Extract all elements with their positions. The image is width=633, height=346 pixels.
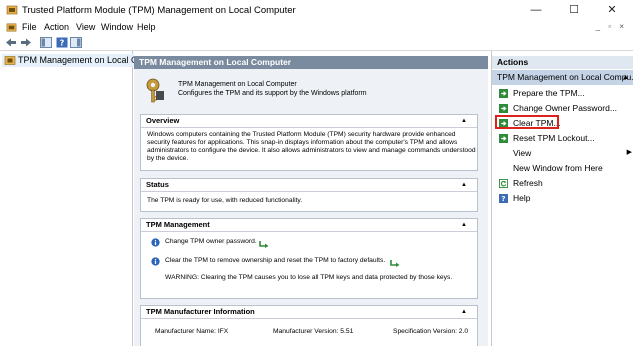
console-tree: TPM Management on Local Comp — [0, 51, 158, 346]
clear-tpm-text: Clear the TPM to remove ownership and re… — [165, 257, 386, 264]
window-title: Trusted Platform Module (TPM) Management… — [22, 5, 296, 16]
show-hide-action-pane-icon[interactable] — [70, 37, 82, 48]
actions-section-tpm-management[interactable]: TPM Management on Local Compu... ▲ — [492, 70, 633, 85]
center-pane-body: TPM Management on Local Computer Configu… — [134, 69, 488, 346]
submenu-arrow-icon[interactable]: ▶ — [627, 148, 632, 156]
status-text: The TPM is ready for use, with reduced f… — [147, 197, 303, 204]
toolbar: ? — [0, 35, 633, 51]
menu-view[interactable]: View — [76, 22, 95, 32]
action-change-owner-password[interactable]: Change Owner Password... — [513, 102, 617, 114]
overview-title: Overview — [146, 116, 180, 125]
action-help[interactable]: Help — [513, 192, 530, 204]
close-button[interactable]: ✕ — [598, 2, 626, 18]
back-arrow-icon[interactable] — [5, 37, 17, 48]
manufacturer-name: Manufacturer Name: IFX — [155, 328, 229, 335]
action-reset-tpm-lockout[interactable]: Reset TPM Lockout... — [513, 132, 595, 144]
tpm-management-title: TPM Management — [146, 220, 210, 229]
action-new-window-from-here[interactable]: New Window from Here — [513, 162, 603, 174]
change-password-text: Change TPM owner password. — [165, 238, 257, 245]
tpm-management-panel: TPM Management ▲ Change TPM owner passwo… — [140, 218, 478, 299]
center-pane-header: TPM Management on Local Computer — [134, 56, 488, 69]
overview-panel-header[interactable]: Overview ▲ — [141, 115, 477, 128]
help-icon[interactable]: ? — [56, 37, 68, 48]
tpm-chip-icon — [4, 56, 16, 65]
menu-bar: File Action View Window Help _ ▫ × — [0, 20, 633, 35]
overview-panel: Overview ▲ Windows computers containing … — [140, 114, 478, 171]
actions-pane: Actions TPM Management on Local Compu...… — [491, 51, 633, 346]
status-title: Status — [146, 180, 169, 189]
forward-arrow-icon[interactable] — [20, 37, 32, 48]
help-icon: ? — [499, 194, 508, 203]
actions-section-label: TPM Management on Local Compu... — [497, 72, 633, 82]
status-panel: Status ▲ The TPM is ready for use, with … — [140, 178, 478, 212]
overview-line: administrators to configure the device. … — [147, 147, 476, 154]
overview-line: Windows computers containing the Trusted… — [147, 131, 456, 138]
tpm-key-chip-icon — [146, 78, 164, 103]
collapse-caret-icon[interactable]: ▲ — [461, 115, 467, 127]
collapse-caret-icon[interactable]: ▲ — [461, 306, 467, 318]
tpm-app-icon — [6, 5, 18, 15]
tpm-app-icon — [6, 23, 17, 32]
overview-line: by the device. — [147, 155, 189, 162]
manufacturer-title: TPM Manufacturer Information — [146, 307, 255, 316]
manufacturer-version: Manufacturer Version: 5.51 — [273, 328, 354, 335]
green-action-icon — [499, 134, 508, 143]
intro-subtitle: Configures the TPM and its support by th… — [178, 90, 367, 97]
manufacturer-panel: TPM Manufacturer Information ▲ Manufactu… — [140, 305, 478, 346]
maximize-button[interactable]: ☐ — [560, 2, 588, 18]
minimize-button[interactable]: — — [522, 2, 550, 18]
intro-title: TPM Management on Local Computer — [178, 81, 297, 88]
info-icon — [151, 238, 160, 247]
menu-help[interactable]: Help — [137, 22, 156, 32]
overview-line: security features for applications. This… — [147, 139, 458, 146]
manufacturer-panel-header[interactable]: TPM Manufacturer Information ▲ — [141, 306, 477, 319]
mdi-window-controls[interactable]: _ ▫ × — [596, 22, 627, 31]
refresh-icon — [499, 179, 508, 188]
green-action-icon — [499, 104, 508, 113]
svg-text:?: ? — [60, 39, 65, 48]
collapse-caret-icon[interactable]: ▲ — [622, 70, 629, 85]
svg-text:?: ? — [501, 194, 505, 203]
action-refresh[interactable]: Refresh — [513, 177, 543, 189]
center-pane: TPM Management on Local Computer TPM Man… — [134, 51, 488, 346]
show-hide-console-tree-icon[interactable] — [40, 37, 52, 48]
collapse-caret-icon[interactable]: ▲ — [461, 179, 467, 191]
collapse-caret-icon[interactable]: ▲ — [461, 219, 467, 231]
green-action-arrow-icon[interactable] — [259, 240, 269, 248]
green-action-arrow-icon[interactable] — [390, 259, 400, 267]
title-bar: Trusted Platform Module (TPM) Management… — [0, 0, 633, 20]
menu-action[interactable]: Action — [44, 22, 69, 32]
status-panel-header[interactable]: Status ▲ — [141, 179, 477, 192]
green-action-icon — [499, 89, 508, 98]
clear-tpm-warning: WARNING: Clearing the TPM causes you to … — [165, 274, 453, 281]
clear-tpm-highlight-box — [495, 115, 559, 129]
info-icon — [151, 257, 160, 266]
tpm-management-panel-header[interactable]: TPM Management ▲ — [141, 219, 477, 232]
action-prepare-tpm[interactable]: Prepare the TPM... — [513, 87, 585, 99]
menu-file[interactable]: File — [22, 22, 37, 32]
menu-window[interactable]: Window — [101, 22, 133, 32]
actions-header: Actions — [492, 56, 633, 69]
specification-version: Specification Version: 2.0 — [393, 328, 469, 335]
action-view[interactable]: View — [513, 147, 531, 159]
